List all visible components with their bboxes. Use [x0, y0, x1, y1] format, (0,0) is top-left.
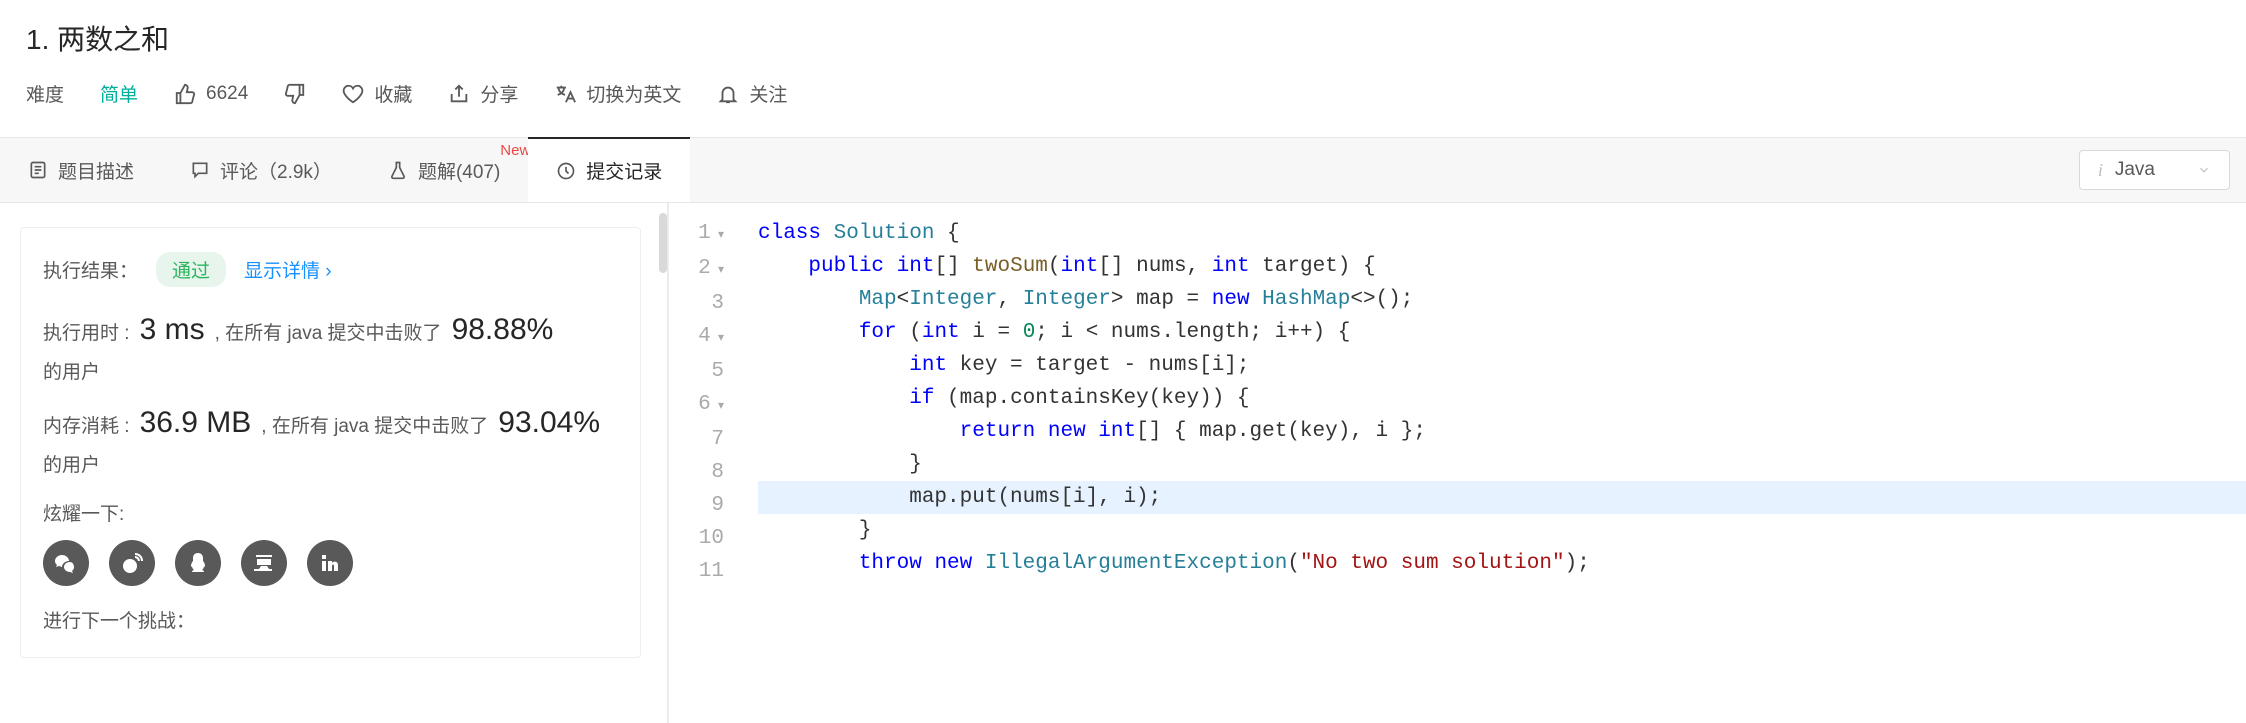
- wechat-icon: [54, 551, 78, 575]
- line-gutter: 1 2 3 4 5 6 7 8 9 10 11: [668, 203, 740, 723]
- code-content[interactable]: class Solution { public int[] twoSum(int…: [740, 203, 2246, 723]
- language-name: Java: [2115, 159, 2155, 181]
- bell-icon: [717, 83, 739, 105]
- meta-row: 难度 简单 6624 收藏 分享 切换为英文 关注: [26, 80, 2220, 107]
- new-badge: New: [500, 142, 530, 159]
- chevron-down-icon: [2197, 163, 2211, 177]
- linkedin-icon: [318, 551, 342, 575]
- tab-description-label: 题目描述: [58, 157, 134, 184]
- tab-solutions-label: 题解(407): [418, 157, 500, 184]
- memory-label: 内存消耗 :: [43, 411, 130, 438]
- share-qq-button[interactable]: [175, 540, 221, 586]
- scrollbar-thumb[interactable]: [659, 213, 667, 273]
- translate-icon: [554, 83, 576, 105]
- difficulty-value: 简单: [100, 80, 138, 107]
- heart-icon: [342, 83, 364, 105]
- qq-icon: [186, 551, 210, 575]
- runtime-percent: 98.88%: [452, 313, 554, 347]
- follow-button[interactable]: 关注: [717, 80, 787, 107]
- show-detail-link[interactable]: 显示详情 ›: [244, 256, 332, 283]
- brag-label: 炫耀一下:: [43, 499, 618, 526]
- description-icon: [28, 160, 48, 180]
- tab-description[interactable]: 题目描述: [0, 138, 162, 202]
- line-number: 7: [669, 423, 724, 456]
- difficulty-label: 难度: [26, 80, 64, 107]
- share-button[interactable]: 分享: [448, 80, 518, 107]
- share-label: 分享: [480, 80, 518, 107]
- line-number: 11: [669, 555, 724, 588]
- tab-submissions-label: 提交记录: [586, 157, 662, 184]
- flask-icon: [388, 160, 408, 180]
- memory-line: 内存消耗 : 36.9 MB , 在所有 java 提交中击败了 93.04% …: [43, 406, 618, 477]
- tab-comments[interactable]: 评论（2.9k）: [162, 138, 360, 202]
- like-button[interactable]: 6624: [174, 83, 248, 105]
- share-weibo-button[interactable]: [109, 540, 155, 586]
- thumbs-up-icon: [174, 83, 196, 105]
- code-editor[interactable]: 1 2 3 4 5 6 7 8 9 10 11 class Solution {…: [668, 203, 2246, 723]
- like-count: 6624: [206, 83, 248, 105]
- favorite-button[interactable]: 收藏: [342, 80, 412, 107]
- history-icon: [556, 161, 576, 181]
- share-douban-button[interactable]: [241, 540, 287, 586]
- switch-language-button[interactable]: 切换为英文: [554, 80, 681, 107]
- follow-label: 关注: [749, 80, 787, 107]
- line-number: 5: [669, 355, 724, 388]
- runtime-value: 3 ms: [140, 313, 205, 347]
- line-number: 10: [669, 522, 724, 555]
- douban-icon: [252, 551, 276, 575]
- share-wechat-button[interactable]: [43, 540, 89, 586]
- line-number: 2: [669, 252, 724, 287]
- memory-prefix: , 在所有 java 提交中击败了: [261, 411, 488, 438]
- runtime-line: 执行用时 : 3 ms , 在所有 java 提交中击败了 98.88% 的用户: [43, 313, 618, 384]
- comment-icon: [190, 160, 210, 180]
- memory-value: 36.9 MB: [140, 406, 252, 440]
- dislike-button[interactable]: [284, 83, 306, 105]
- switch-language-label: 切换为英文: [586, 80, 681, 107]
- tab-solutions[interactable]: 题解(407) New: [360, 138, 528, 202]
- tab-comments-label: 评论（2.9k）: [220, 157, 332, 184]
- next-challenge-label: 进行下一个挑战：: [43, 606, 618, 633]
- line-number: 6: [669, 388, 724, 423]
- left-panel: 执行结果： 通过 显示详情 › 执行用时 : 3 ms , 在所有 java 提…: [0, 203, 668, 723]
- memory-percent: 93.04%: [498, 406, 600, 440]
- memory-suffix: 的用户: [43, 450, 100, 477]
- runtime-prefix: , 在所有 java 提交中击败了: [215, 318, 442, 345]
- runtime-label: 执行用时 :: [43, 318, 130, 345]
- tab-submissions[interactable]: 提交记录: [528, 137, 690, 202]
- weibo-icon: [120, 551, 144, 575]
- info-icon: i: [2098, 160, 2103, 181]
- line-number: 1: [669, 217, 724, 252]
- thumbs-down-icon: [284, 83, 306, 105]
- share-icon: [448, 83, 470, 105]
- runtime-suffix: 的用户: [43, 357, 100, 384]
- line-number: 8: [669, 456, 724, 489]
- favorite-label: 收藏: [374, 80, 412, 107]
- line-number: 4: [669, 320, 724, 355]
- problem-title: 1. 两数之和: [26, 18, 2220, 58]
- line-number: 3: [669, 287, 724, 320]
- language-select[interactable]: i Java: [2079, 150, 2230, 190]
- exec-result-label: 执行结果：: [43, 256, 138, 283]
- tabs-bar: 题目描述 评论（2.9k） 题解(407) New 提交记录 i Java: [0, 138, 2246, 203]
- result-card: 执行结果： 通过 显示详情 › 执行用时 : 3 ms , 在所有 java 提…: [20, 227, 641, 658]
- share-linkedin-button[interactable]: [307, 540, 353, 586]
- status-badge: 通过: [156, 252, 226, 287]
- line-number: 9: [669, 489, 724, 522]
